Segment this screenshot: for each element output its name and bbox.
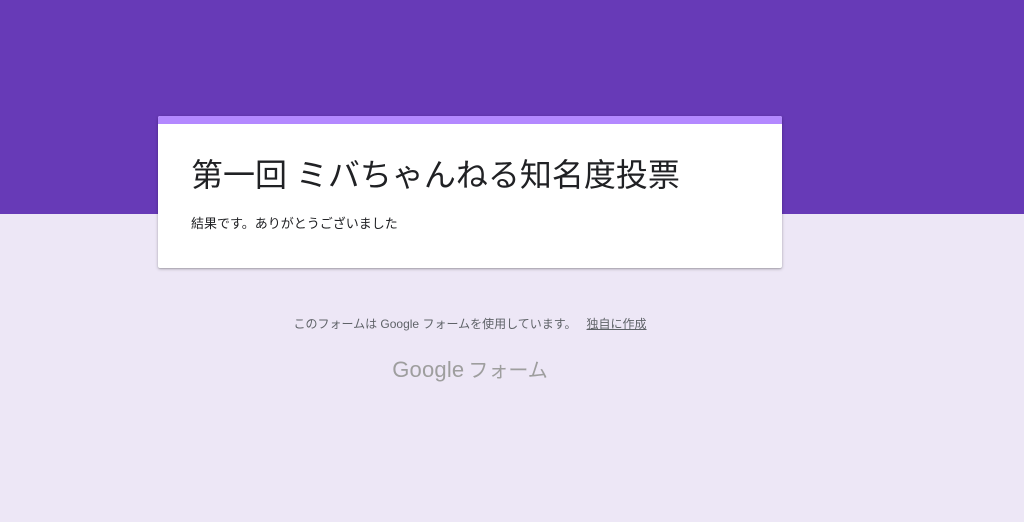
form-header-card: 第一回 ミバちゃんねる知名度投票 結果です。ありがとうございました [158,116,782,268]
footer-note: このフォームは Google フォームを使用しています。 独自に作成 [0,316,940,332]
form-description: 結果です。ありがとうございました [191,216,398,231]
logo-google-text: Google [392,357,465,382]
form-title: 第一回 ミバちゃんねる知名度投票 [191,157,680,193]
google-forms-logo[interactable]: Google フォーム [0,354,940,383]
footer-note-text: このフォームは Google フォームを使用しています。 [293,317,577,331]
create-own-form-link[interactable]: 独自に作成 [587,317,647,331]
logo-forms-text: フォーム [468,360,548,382]
card-accent-bar [158,116,782,124]
